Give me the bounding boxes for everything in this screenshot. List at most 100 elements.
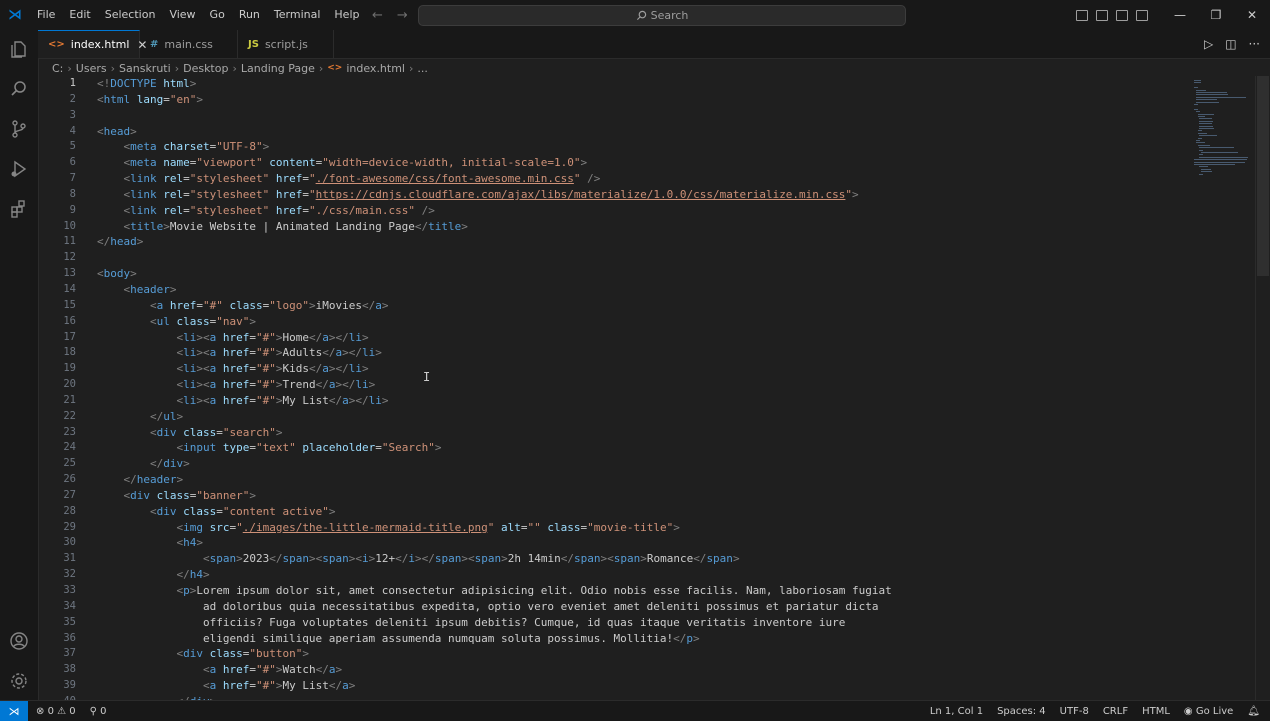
code-line[interactable]: <link rel="stylesheet" href="https://cdn… [97, 187, 892, 203]
code-line[interactable]: <p>Lorem ipsum dolor sit, amet consectet… [97, 583, 891, 599]
code-line[interactable]: officiis? Fuga voluptates deleniti ipsum… [97, 615, 892, 631]
code-line[interactable]: <div class="button"> [97, 646, 892, 662]
code-token: </ [673, 631, 687, 645]
code-line[interactable] [97, 250, 892, 266]
indentation[interactable]: Spaces: 4 [997, 706, 1046, 717]
menu-view[interactable]: View [162, 0, 202, 30]
problems-indicator[interactable]: ⊗ 0 ⚠ 0 [36, 706, 76, 717]
code-line[interactable]: <html lang="en"> [97, 92, 892, 108]
run-file-icon[interactable]: ▷ [1204, 37, 1213, 51]
code-line[interactable]: <head> [97, 124, 892, 140]
code-line[interactable]: <!DOCTYPE html> [97, 76, 892, 92]
code-line[interactable]: <title>Movie Website | Animated Landing … [97, 219, 892, 235]
extensions-icon[interactable] [8, 198, 30, 220]
minimize-icon[interactable]: — [1162, 8, 1198, 22]
code-editor[interactable]: 1 2 3 4 5 6 7 8 9 10 11 12 13 14 15 16 17 18 19 20 21 22 23 24 2… [38, 76, 1270, 700]
code-token: </ [395, 552, 409, 566]
explorer-icon[interactable] [8, 38, 30, 60]
go-live-button[interactable]: ◉ Go Live [1184, 706, 1233, 717]
vertical-scrollbar[interactable] [1255, 76, 1270, 700]
menu-run[interactable]: Run [232, 0, 267, 30]
code-line[interactable] [97, 108, 892, 124]
close-window-icon[interactable]: ✕ [1234, 8, 1270, 22]
toggle-primary-sidebar-icon[interactable] [1076, 9, 1088, 21]
code-line[interactable]: <div class="content active"> [97, 504, 892, 520]
breadcrumb-item[interactable]: ... [417, 62, 428, 75]
remote-indicator-icon[interactable]: ⋊ [0, 701, 28, 721]
code-line[interactable]: <li><a href="#">Home</a></li> [97, 330, 892, 346]
menu-file[interactable]: File [30, 0, 62, 30]
code-line[interactable]: <ul class="nav"> [97, 314, 892, 330]
code-line[interactable]: <input type="text" placeholder="Search"> [97, 440, 892, 456]
search-view-icon[interactable] [8, 78, 30, 100]
code-line[interactable]: <header> [97, 282, 892, 298]
code-line[interactable]: <span>2023</span><span><i>12+</i></span>… [97, 551, 892, 567]
menu-help[interactable]: Help [327, 0, 366, 30]
ports-indicator[interactable]: ⚲ 0 [90, 706, 107, 717]
end-of-line[interactable]: CRLF [1103, 706, 1128, 717]
code-line[interactable]: <a href="#" class="logo">iMovies</a> [97, 298, 892, 314]
customize-layout-icon[interactable] [1136, 9, 1148, 21]
code-line[interactable]: <div class="banner"> [97, 488, 892, 504]
tab-script-js[interactable]: JS script.js [238, 30, 334, 58]
tab-main-css[interactable]: # main.css [140, 30, 238, 58]
code-area[interactable]: <!DOCTYPE html> <html lang="en"> <head> <… [97, 76, 892, 700]
code-line[interactable]: </header> [97, 472, 892, 488]
code-token: li [355, 378, 369, 392]
code-line[interactable]: </ul> [97, 409, 892, 425]
code-line[interactable]: <link rel="stylesheet" href="./font-awes… [97, 171, 892, 187]
breadcrumb-item[interactable]: index.html [346, 62, 405, 75]
code-line[interactable]: eligendi similique aperiam assumenda num… [97, 631, 892, 647]
restore-icon[interactable]: ❐ [1198, 8, 1234, 22]
code-token: "stylesheet" [189, 203, 270, 217]
code-line[interactable]: <meta charset="UTF-8"> [97, 139, 892, 155]
code-line[interactable]: <li><a href="#">My List</a></li> [97, 393, 892, 409]
forward-arrow-icon[interactable]: → [397, 8, 408, 23]
split-editor-icon[interactable]: ◫ [1225, 37, 1236, 51]
back-arrow-icon[interactable]: ← [372, 8, 383, 23]
toggle-secondary-sidebar-icon[interactable] [1116, 9, 1128, 21]
code-line[interactable]: </h4> [97, 567, 892, 583]
code-line[interactable]: <li><a href="#">Kids</a></li> [97, 361, 892, 377]
minimap[interactable] [1194, 76, 1256, 196]
command-center-search[interactable]: Search [418, 5, 906, 26]
notifications-bell-icon[interactable]: 🔔︎ [1247, 706, 1260, 717]
breadcrumb-item[interactable]: Users [76, 62, 107, 75]
toggle-panel-icon[interactable] [1096, 9, 1108, 21]
code-line[interactable]: </head> [97, 234, 892, 250]
code-token: My List [282, 679, 329, 693]
code-line[interactable]: ad doloribus quia necessitatibus expedit… [97, 599, 892, 615]
run-debug-icon[interactable] [8, 158, 30, 180]
code-token: > [368, 378, 376, 392]
menu-edit[interactable]: Edit [62, 0, 97, 30]
breadcrumb-item[interactable]: Landing Page [241, 62, 315, 75]
menu-selection[interactable]: Selection [98, 0, 163, 30]
source-control-icon[interactable] [8, 118, 30, 140]
breadcrumb-item[interactable]: Desktop [183, 62, 228, 75]
code-line[interactable]: <li><a href="#">Adults</a></li> [97, 345, 892, 361]
code-line[interactable]: <a href="#">Watch</a> [97, 662, 892, 678]
language-mode[interactable]: HTML [1142, 706, 1170, 717]
minimap-line [1194, 87, 1198, 89]
breadcrumb-item[interactable]: Sanskruti [119, 62, 171, 75]
cursor-position[interactable]: Ln 1, Col 1 [930, 706, 983, 717]
encoding[interactable]: UTF-8 [1060, 706, 1089, 717]
tab-index-html[interactable]: <> index.html ✕ [38, 30, 147, 58]
manage-gear-icon[interactable] [8, 670, 30, 692]
accounts-icon[interactable] [8, 630, 30, 652]
scrollbar-thumb[interactable] [1257, 76, 1269, 276]
code-line[interactable]: <body> [97, 266, 892, 282]
code-line[interactable]: <link rel="stylesheet" href="./css/main.… [97, 203, 892, 219]
code-line[interactable]: <div class="search"> [97, 425, 892, 441]
more-actions-icon[interactable]: ··· [1249, 37, 1260, 51]
code-line[interactable]: <img src="./images/the-little-mermaid-ti… [97, 520, 892, 536]
code-line[interactable]: <meta name="viewport" content="width=dev… [97, 155, 892, 171]
menu-go[interactable]: Go [203, 0, 232, 30]
code-line[interactable]: <h4> [97, 535, 892, 551]
menu-terminal[interactable]: Terminal [267, 0, 328, 30]
breadcrumb-item[interactable]: C: [52, 62, 63, 75]
code-line[interactable]: <a href="#">My List</a> [97, 678, 892, 694]
code-line[interactable]: </div> [97, 456, 892, 472]
code-line[interactable]: <li><a href="#">Trend</a></li> [97, 377, 892, 393]
